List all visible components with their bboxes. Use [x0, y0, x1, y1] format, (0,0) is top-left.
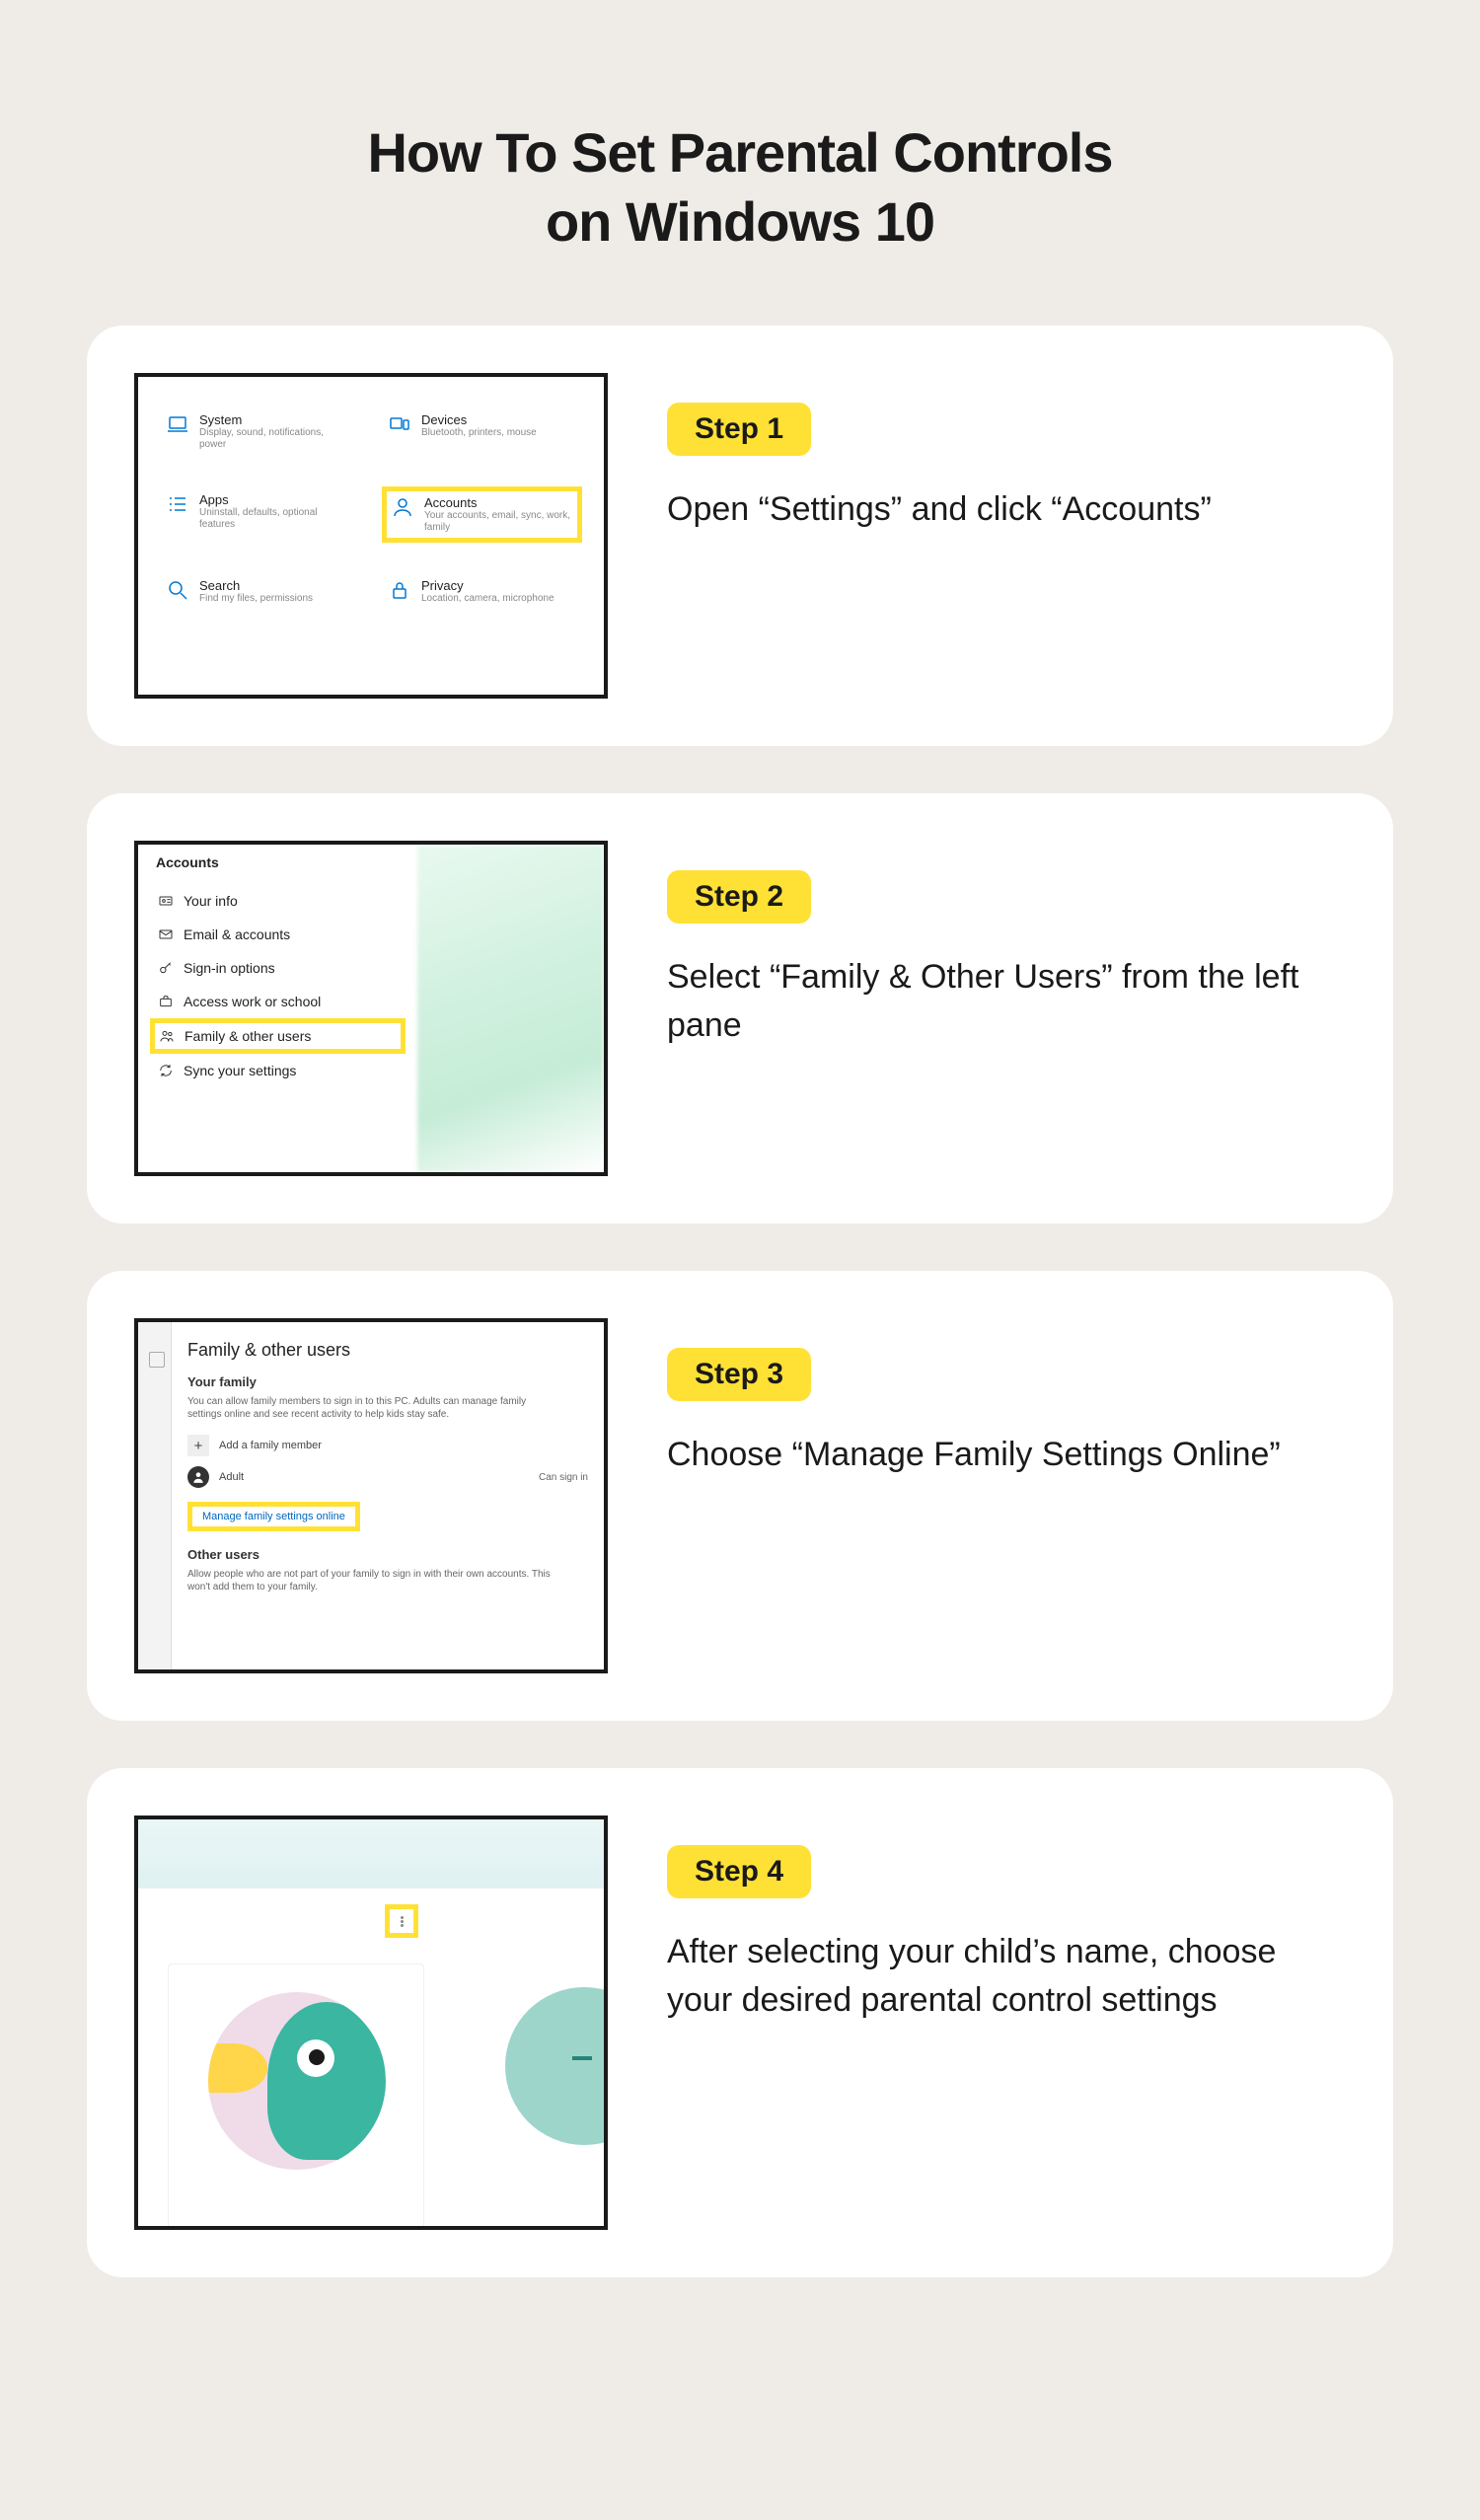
step-card-4: Step 4 After selecting your child’s name… [87, 1768, 1393, 2277]
settings-item-system[interactable]: System Display, sound, notifications, po… [160, 407, 360, 457]
search-icon [166, 578, 189, 602]
mail-icon [158, 926, 174, 942]
add-member-label: Add a family member [219, 1440, 322, 1451]
step-badge: Step 3 [667, 1348, 811, 1401]
other-users-description: Allow people who are not part of your fa… [187, 1568, 562, 1594]
sync-icon [158, 1063, 174, 1078]
settings-item-sub: Your accounts, email, sync, work, family [424, 510, 572, 534]
laptop-icon [166, 412, 189, 436]
settings-item-title: System [199, 412, 347, 427]
person-icon [391, 495, 414, 519]
page-title: How To Set Parental Controls on Windows … [87, 118, 1393, 257]
family-member-row[interactable]: Adult Can sign in [187, 1466, 588, 1488]
screenshot-family-online [134, 1816, 608, 2230]
step-card-2: Accounts Your info Email & accounts Sign… [87, 793, 1393, 1223]
briefcase-icon [158, 994, 174, 1009]
step-instruction: After selecting your child’s name, choos… [667, 1928, 1334, 2026]
settings-item-sub: Uninstall, defaults, optional features [199, 507, 347, 531]
id-card-icon [158, 893, 174, 909]
sidebar-collapsed [138, 1322, 172, 1669]
lock-icon [388, 578, 411, 602]
sidebar-item-sync[interactable]: Sync your settings [150, 1054, 406, 1087]
settings-item-devices[interactable]: Devices Bluetooth, printers, mouse [382, 407, 582, 457]
section-your-family: Your family [187, 1374, 588, 1389]
settings-item-accounts[interactable]: Accounts Your accounts, email, sync, wor… [382, 486, 582, 543]
settings-item-title: Privacy [421, 578, 555, 593]
step-instruction: Choose “Manage Family Settings Online” [667, 1431, 1334, 1479]
section-other-users: Other users [187, 1547, 588, 1562]
step-card-3: Family & other users Your family You can… [87, 1271, 1393, 1721]
settings-item-title: Accounts [424, 495, 572, 510]
manage-family-link[interactable]: Manage family settings online [187, 1502, 360, 1531]
settings-item-privacy[interactable]: Privacy Location, camera, microphone [382, 572, 582, 611]
plus-icon [572, 2056, 592, 2060]
sidebar-header: Accounts [156, 854, 406, 870]
screenshot-settings: System Display, sound, notifications, po… [134, 373, 608, 699]
settings-item-title: Devices [421, 412, 537, 427]
sidebar-item-signin[interactable]: Sign-in options [150, 951, 406, 985]
sidebar-item-family[interactable]: Family & other users [150, 1018, 406, 1054]
settings-item-search[interactable]: Search Find my files, permissions [160, 572, 360, 611]
devices-icon [388, 412, 411, 436]
step-card-1: System Display, sound, notifications, po… [87, 326, 1393, 746]
settings-item-sub: Display, sound, notifications, power [199, 427, 347, 451]
avatar-toucan [208, 1992, 386, 2170]
add-family-member-row[interactable]: + Add a family member [187, 1435, 588, 1456]
settings-item-sub: Bluetooth, printers, mouse [421, 427, 537, 439]
step-instruction: Open “Settings” and click “Accounts” [667, 485, 1334, 534]
step-badge: Step 1 [667, 403, 811, 456]
screenshot-accounts-sidebar: Accounts Your info Email & accounts Sign… [134, 841, 608, 1176]
pane-heading: Family & other users [187, 1340, 588, 1361]
plus-icon: + [187, 1435, 209, 1456]
sidebar-item-label: Sync your settings [184, 1063, 296, 1078]
child-profile-tile[interactable] [168, 1964, 424, 2230]
sidebar-item-work[interactable]: Access work or school [150, 985, 406, 1018]
sidebar-item-label: Sign-in options [184, 960, 275, 976]
settings-item-sub: Location, camera, microphone [421, 593, 555, 605]
settings-item-title: Search [199, 578, 313, 593]
sidebar-item-email[interactable]: Email & accounts [150, 918, 406, 951]
member-role: Adult [219, 1471, 244, 1483]
sidebar-item-label: Your info [184, 893, 238, 909]
blurred-hero [417, 845, 604, 1172]
settings-item-title: Apps [199, 492, 347, 507]
settings-item-apps[interactable]: Apps Uninstall, defaults, optional featu… [160, 486, 360, 543]
title-line-2: on Windows 10 [546, 190, 934, 253]
avatar-icon [187, 1466, 209, 1488]
people-icon [159, 1028, 175, 1044]
key-icon [158, 960, 174, 976]
title-line-1: How To Set Parental Controls [367, 121, 1112, 184]
sidebar-item-label: Family & other users [185, 1028, 311, 1044]
family-description: You can allow family members to sign in … [187, 1395, 562, 1421]
sidebar-item-label: Email & accounts [184, 926, 290, 942]
add-child-tile[interactable] [505, 1987, 608, 2145]
overflow-menu-button[interactable] [385, 1904, 418, 1938]
member-status: Can sign in [539, 1472, 588, 1483]
sidebar-item-your-info[interactable]: Your info [150, 884, 406, 918]
header-bar [138, 1819, 604, 1889]
screenshot-family-pane: Family & other users Your family You can… [134, 1318, 608, 1673]
search-box-icon[interactable] [149, 1352, 165, 1368]
settings-item-sub: Find my files, permissions [199, 593, 313, 605]
step-badge: Step 4 [667, 1845, 811, 1898]
list-icon [166, 492, 189, 516]
step-badge: Step 2 [667, 870, 811, 924]
step-instruction: Select “Family & Other Users” from the l… [667, 953, 1334, 1051]
sidebar-item-label: Access work or school [184, 994, 321, 1009]
